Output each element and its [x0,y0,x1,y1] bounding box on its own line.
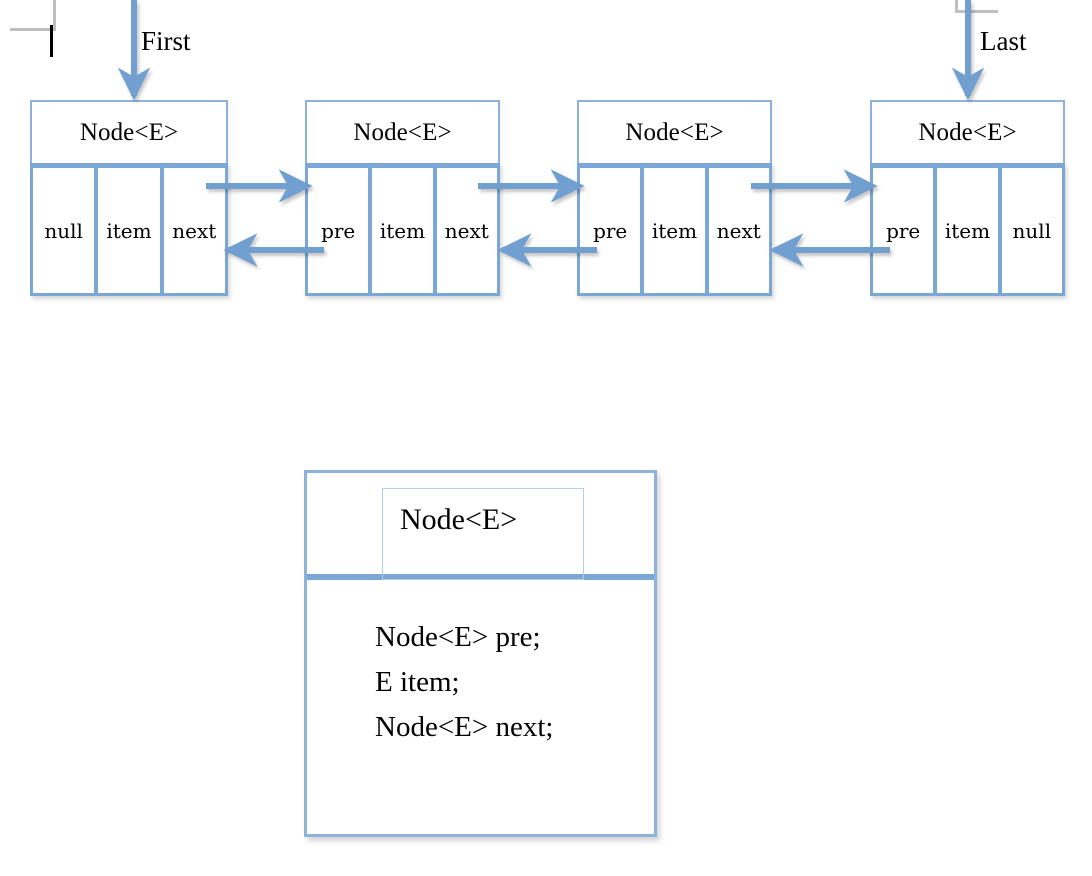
node-4-cell-item: item [937,168,1002,293]
page-crop-mark-top-right [955,0,998,13]
node-3-cells: pre item next [577,163,772,296]
node-1-cell-item: item [98,168,164,293]
node-1-header: Node<E> [30,100,228,165]
node-4-cell-pre: pre [873,168,938,293]
node-3-cell-item: item [644,168,709,293]
node-class-title: Node<E> [400,503,518,536]
node-1-cell-pre: null [33,168,99,293]
node-3-header: Node<E> [577,100,772,165]
linked-list-node-4: Node<E> pre item null [870,100,1065,296]
node-4-cell-next: null [1012,218,1052,243]
node-class-field-pre: Node<E> pre; [375,621,541,653]
node-class-field-item: E item; [375,666,460,698]
node-class-definition-box: Node<E> Node<E> pre; E item; Node<E> nex… [304,470,657,837]
linked-list-node-1: Node<E> null item next [30,100,228,296]
node-class-fields-list: Node<E> pre; E item; Node<E> next; [307,580,654,834]
text-cursor-caret [50,25,53,57]
last-pointer-label: Last [980,26,1027,56]
first-pointer-label: First [141,26,191,56]
node-2-header: Node<E> [305,100,500,165]
node-2-cell-next: next [444,218,489,243]
node-3-cell-pre: pre [580,168,645,293]
node-2-cell-pre: pre [308,168,373,293]
node-2-cell-item: item [372,168,437,293]
linked-list-node-2: Node<E> pre item next [305,100,500,296]
node-class-title-frame: Node<E> [382,488,584,580]
node-1-cells: null item next [30,163,228,296]
node-class-field-next: Node<E> next; [375,711,554,743]
linked-list-node-3: Node<E> pre item next [577,100,772,296]
node-4-header: Node<E> [870,100,1065,165]
node-class-header: Node<E> [307,473,654,580]
node-1-cell-next: next [172,218,217,243]
node-4-cells: pre item null [870,163,1065,296]
diagram-canvas: First Last Node<E> null item next Node<E… [0,0,1092,876]
node-2-cells: pre item next [305,163,500,296]
node-3-cell-next: next [716,218,761,243]
